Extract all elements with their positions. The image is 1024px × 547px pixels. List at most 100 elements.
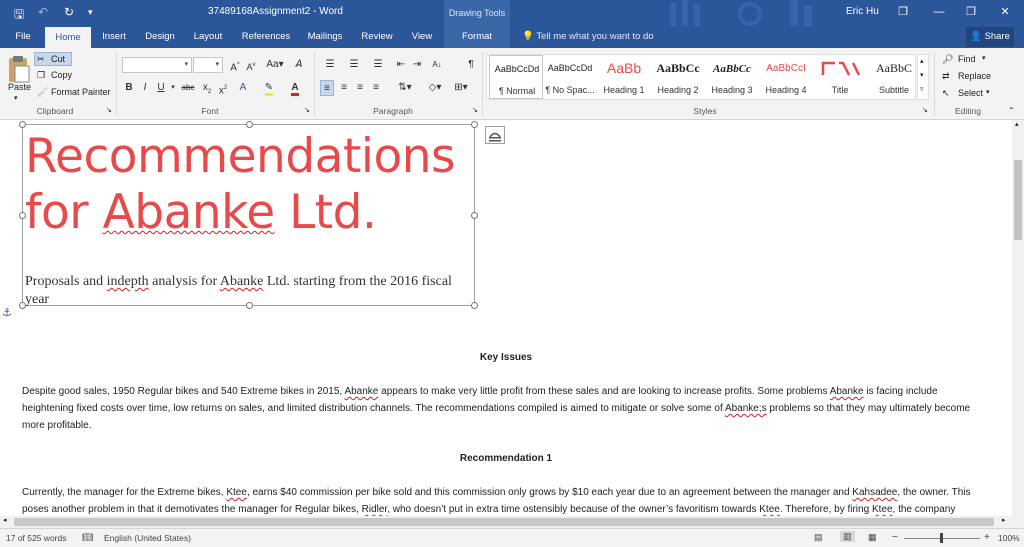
- document-page[interactable]: Recommendations for Abanke Ltd. Proposal…: [0, 120, 1012, 516]
- resize-handle[interactable]: [471, 302, 478, 309]
- superscript-icon[interactable]: x2: [216, 80, 230, 96]
- collapse-ribbon-icon[interactable]: ⌃: [1008, 106, 1015, 115]
- anchor-icon[interactable]: ⚓︎: [2, 306, 12, 319]
- style-heading-2[interactable]: AaBbCc Heading 2: [651, 55, 705, 99]
- style-heading-3[interactable]: AaBbCc Heading 3: [705, 55, 759, 99]
- horizontal-scrollbar[interactable]: ◂ ▸: [0, 516, 1024, 528]
- multilevel-list-icon[interactable]: ☰: [368, 57, 388, 73]
- justify-icon[interactable]: ≡: [369, 80, 383, 96]
- print-layout-icon[interactable]: ▥: [840, 531, 855, 542]
- shading-icon[interactable]: ◇▾: [424, 80, 446, 96]
- align-left-icon[interactable]: ≡: [320, 80, 334, 96]
- numbering-icon[interactable]: ☰: [344, 57, 364, 73]
- zoom-slider-thumb[interactable]: [940, 533, 943, 543]
- tab-layout[interactable]: Layout: [188, 26, 228, 48]
- tab-format[interactable]: Format: [444, 26, 510, 48]
- word-count[interactable]: 17 of 525 words: [6, 533, 66, 543]
- resize-handle[interactable]: [246, 121, 253, 128]
- paste-dropdown-icon[interactable]: ▾: [14, 94, 18, 102]
- font-size-combo[interactable]: ▾: [193, 57, 223, 73]
- line-spacing-icon[interactable]: ⇅▾: [394, 80, 416, 96]
- horizontal-scroll-thumb[interactable]: [14, 518, 994, 526]
- customize-qat-icon[interactable]: ▾: [88, 7, 93, 18]
- styles-launcher-icon[interactable]: ↘: [922, 106, 928, 114]
- styles-scroll[interactable]: ▴ ▾ ▿: [917, 54, 929, 100]
- close-icon[interactable]: ✕: [994, 3, 1016, 21]
- chevron-up-icon[interactable]: ▴: [920, 57, 924, 65]
- bold-icon[interactable]: B: [122, 80, 136, 96]
- style-heading-1[interactable]: AaBb Heading 1: [597, 55, 651, 99]
- text-effects-icon[interactable]: A: [236, 80, 250, 96]
- save-icon[interactable]: 🖫: [14, 5, 24, 26]
- grow-font-icon[interactable]: A^: [228, 57, 242, 73]
- subscript-icon[interactable]: x2: [200, 80, 214, 96]
- layout-options-button[interactable]: [485, 126, 505, 144]
- align-center-icon[interactable]: ≡: [337, 80, 351, 96]
- tab-review[interactable]: Review: [356, 26, 398, 48]
- tab-file[interactable]: File: [8, 26, 38, 48]
- title-text-box[interactable]: Recommendations for Abanke Ltd. Proposal…: [19, 121, 478, 309]
- restore-icon[interactable]: ❒: [960, 3, 982, 21]
- tell-me-search[interactable]: 💡 Tell me what you want to do: [522, 31, 654, 42]
- resize-handle[interactable]: [471, 121, 478, 128]
- cut-button[interactable]: ✂ Cut: [34, 52, 72, 66]
- chevron-up-icon[interactable]: ▴: [1015, 120, 1019, 128]
- tab-mailings[interactable]: Mailings: [302, 26, 348, 48]
- language-status[interactable]: English (United States): [104, 533, 191, 543]
- select-button[interactable]: ↖ Select ▾: [940, 87, 1006, 101]
- tab-design[interactable]: Design: [140, 26, 180, 48]
- style-title[interactable]: Title: [813, 55, 867, 99]
- format-painter-button[interactable]: 🖌 Format Painter: [34, 86, 114, 100]
- vertical-scrollbar[interactable]: ▴: [1012, 120, 1024, 516]
- strikethrough-icon[interactable]: abc: [178, 80, 198, 96]
- tab-view[interactable]: View: [404, 26, 440, 48]
- replace-button[interactable]: ⇄ Replace: [940, 70, 1006, 84]
- style-no-spacing[interactable]: AaBbCcDd ¶ No Spac...: [543, 55, 597, 99]
- paragraph-launcher-icon[interactable]: ↘: [472, 106, 478, 114]
- font-color-icon[interactable]: A: [288, 80, 302, 96]
- bullets-icon[interactable]: ☰: [320, 57, 340, 73]
- share-button[interactable]: 👤 Share: [966, 27, 1014, 47]
- style-heading-4[interactable]: AaBbCcI Heading 4: [759, 55, 813, 99]
- copy-button[interactable]: ❐ Copy: [34, 69, 84, 83]
- minimize-icon[interactable]: —: [928, 3, 950, 21]
- proofing-icon[interactable]: 📖︎: [82, 532, 93, 543]
- ribbon-display-icon[interactable]: ❐: [892, 3, 914, 21]
- sort-icon[interactable]: A↓: [430, 57, 444, 73]
- align-right-icon[interactable]: ≡: [353, 80, 367, 96]
- chevron-right-icon[interactable]: ▸: [1002, 516, 1006, 524]
- resize-handle[interactable]: [19, 212, 26, 219]
- tab-references[interactable]: References: [236, 26, 296, 48]
- zoom-level[interactable]: 100%: [998, 533, 1020, 543]
- user-name[interactable]: Eric Hu: [846, 6, 879, 17]
- italic-icon[interactable]: I: [138, 80, 152, 96]
- style-normal[interactable]: AaBbCcDd ¶ Normal: [489, 55, 543, 99]
- pilcrow-icon[interactable]: ¶: [464, 57, 478, 73]
- clipboard-launcher-icon[interactable]: ↘: [106, 106, 112, 114]
- zoom-out-icon[interactable]: −: [892, 532, 898, 543]
- shrink-font-icon[interactable]: Av: [244, 57, 258, 73]
- clear-formatting-icon[interactable]: 𝘈: [292, 57, 306, 73]
- zoom-in-icon[interactable]: +: [984, 532, 990, 543]
- redo-icon[interactable]: ↻: [64, 5, 74, 19]
- undo-icon[interactable]: ↶: [38, 5, 48, 19]
- resize-handle[interactable]: [19, 121, 26, 128]
- borders-icon[interactable]: ⊞▾: [450, 80, 472, 96]
- more-styles-icon[interactable]: ▿: [920, 85, 924, 93]
- highlight-icon[interactable]: ✎: [262, 80, 276, 96]
- resize-handle[interactable]: [246, 302, 253, 309]
- tab-home[interactable]: Home: [45, 26, 91, 48]
- font-name-combo[interactable]: ▾: [122, 57, 192, 73]
- web-layout-icon[interactable]: ▦: [868, 532, 877, 543]
- decrease-indent-icon[interactable]: ⇤: [394, 57, 408, 73]
- find-button[interactable]: 🔎︎ Find ▾: [940, 53, 1000, 67]
- increase-indent-icon[interactable]: ⇥: [410, 57, 424, 73]
- font-launcher-icon[interactable]: ↘: [304, 106, 310, 114]
- resize-handle[interactable]: [19, 302, 26, 309]
- resize-handle[interactable]: [471, 212, 478, 219]
- chevron-left-icon[interactable]: ◂: [3, 516, 7, 524]
- read-mode-icon[interactable]: ▤: [814, 532, 823, 543]
- tab-insert[interactable]: Insert: [96, 26, 132, 48]
- vertical-scroll-thumb[interactable]: [1014, 160, 1022, 240]
- change-case-icon[interactable]: Aa▾: [264, 57, 286, 73]
